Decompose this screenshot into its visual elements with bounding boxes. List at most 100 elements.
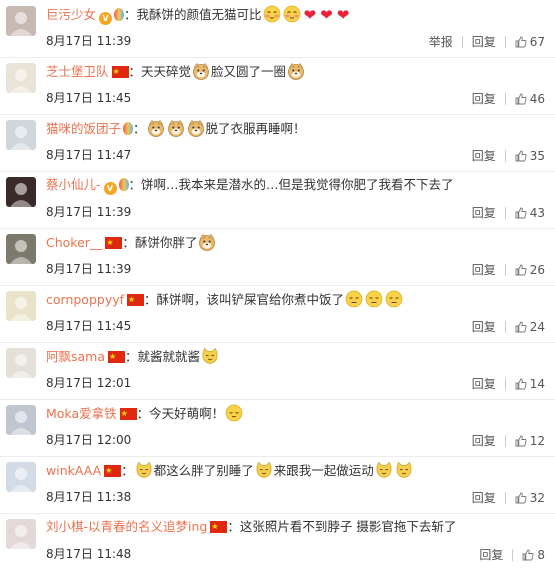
divider (504, 206, 506, 219)
balloon-icon (123, 122, 134, 135)
avatar[interactable] (6, 6, 36, 36)
date: 8月17日 (46, 34, 93, 48)
comment-actions: 回复 24 (472, 318, 545, 334)
username-link[interactable]: 巨污少女 (46, 7, 96, 22)
like-button[interactable]: 26 (515, 261, 545, 278)
timestamp: 8月17日 11:39 (46, 33, 131, 49)
comment-item: Choker__：酥饼你胖了 8月17日 11:39 回复 26 (0, 228, 555, 286)
like-count: 32 (529, 490, 545, 505)
reply-button[interactable]: 回复 (472, 262, 496, 278)
date: 8月17日 (46, 319, 93, 333)
divider (512, 548, 514, 561)
comment-actions: 回复 43 (472, 204, 545, 220)
username-link[interactable]: winkAAA (46, 463, 101, 478)
comment-text: 我酥饼的颜值无猫可比 (136, 7, 262, 22)
divider (504, 35, 506, 48)
date: 8月17日 (46, 205, 93, 219)
avatar[interactable] (6, 63, 36, 93)
divider (504, 491, 506, 504)
username-link[interactable]: 猫咪的饭团子 (46, 121, 121, 136)
report-button[interactable]: 举报 (429, 34, 453, 50)
reply-button[interactable]: 回复 (472, 34, 496, 50)
doge-emoji-icon (192, 62, 210, 80)
like-button[interactable]: 32 (515, 489, 545, 506)
reply-button[interactable]: 回复 (472, 376, 496, 392)
vip-badge-icon: V (99, 12, 113, 25)
china-flag-icon (127, 291, 145, 309)
comment-line: Moka爱拿铁 ：今天好萌啊！ (46, 404, 244, 423)
divider (504, 377, 506, 390)
thumbs-up-icon (515, 435, 527, 447)
username-link[interactable]: 芝士堡卫队 (46, 64, 109, 79)
like-count: 46 (529, 91, 545, 106)
cat-emoji-icon (255, 461, 273, 479)
comment-text: 就酱就就酱 (137, 349, 201, 364)
reply-button[interactable]: 回复 (472, 490, 496, 506)
colon-separator: ： (128, 64, 142, 79)
reply-button[interactable]: 回复 (472, 433, 496, 449)
comment-item: 芝士堡卫队 ：天天碎觉 脸又圆了一圈 8月17日 11:45 回复 46 (0, 57, 555, 115)
comment-actions: 回复 14 (472, 375, 545, 391)
meh-emoji-icon (345, 290, 363, 308)
avatar[interactable] (6, 120, 36, 150)
avatar[interactable] (6, 405, 36, 435)
time: 11:39 (96, 205, 132, 219)
colon-separator: ： (144, 292, 157, 307)
china-flag-icon (210, 518, 228, 536)
comment-item: 猫咪的饭团子 ： 脱了衣服再睡啊！ 8月17日 11:47 回复 35 (0, 114, 555, 172)
username-link[interactable]: Moka爱拿铁 (46, 406, 117, 421)
meh-emoji-icon (365, 290, 383, 308)
timestamp: 8月17日 11:39 (46, 261, 131, 277)
timestamp: 8月17日 11:45 (46, 90, 131, 106)
like-button[interactable]: 12 (515, 432, 545, 449)
comment-text: 饼啊…我本来是潜水的…但是我觉得你肥了我看不下去了 (141, 177, 454, 192)
avatar[interactable] (6, 291, 36, 321)
date: 8月17日 (46, 91, 93, 105)
date: 8月17日 (46, 433, 93, 447)
username-link[interactable]: 阿飘sama (46, 349, 105, 364)
colon-separator: ： (125, 349, 138, 364)
username-link[interactable]: cornpoppyyf (46, 292, 124, 307)
reply-button[interactable]: 回复 (479, 547, 503, 563)
timestamp: 8月17日 11:38 (46, 489, 131, 505)
comment-text: 都这么胖了别睡了 (153, 463, 254, 478)
comment-line: 巨污少女 V ：我酥饼的颜值无猫可比 ❤ ❤ ❤ (46, 5, 351, 25)
comment-text: 这张照片看不到脖子 摄影官拖下去斩了 (239, 519, 457, 534)
like-button[interactable]: 14 (515, 375, 545, 392)
username-link[interactable]: Choker__ (46, 235, 102, 250)
avatar[interactable] (6, 177, 36, 207)
reply-button[interactable]: 回复 (472, 91, 496, 107)
like-button[interactable]: 24 (515, 318, 545, 335)
avatar[interactable] (6, 519, 36, 549)
avatar[interactable] (6, 348, 36, 378)
time: 11:45 (96, 319, 132, 333)
china-flag-icon (104, 462, 122, 480)
comment-item: 阿飘sama ：就酱就就酱 8月17日 12:01 回复 14 (0, 342, 555, 400)
divider (504, 320, 506, 333)
comment-line: Choker__ ：酥饼你胖了 (46, 233, 217, 252)
avatar[interactable] (6, 462, 36, 492)
date: 8月17日 (46, 376, 93, 390)
reply-button[interactable]: 回复 (472, 148, 496, 164)
username-link[interactable]: 刘小棋-以青春的名义追梦ing (46, 519, 207, 534)
avatar[interactable] (6, 234, 36, 264)
like-button[interactable]: 8 (522, 546, 545, 563)
thumbs-up-icon (515, 264, 527, 276)
divider (504, 434, 506, 447)
comment-actions: 回复 46 (472, 90, 545, 106)
like-button[interactable]: 43 (515, 204, 545, 221)
thumbs-up-icon (515, 93, 527, 105)
china-flag-icon (111, 63, 129, 81)
like-button[interactable]: 35 (515, 147, 545, 164)
reply-button[interactable]: 回复 (472, 319, 496, 335)
doge-emoji-icon (287, 62, 305, 80)
reply-button[interactable]: 回复 (472, 205, 496, 221)
like-count: 24 (529, 319, 545, 334)
comment-item: 巨污少女 V ：我酥饼的颜值无猫可比 ❤ ❤ ❤ 8月17日 11:39 举报 回复 67 (0, 0, 555, 58)
username-link[interactable]: 蔡小仙儿- (46, 177, 101, 192)
comment-item: cornpoppyyf ：酥饼啊，该叫铲屎官给你煮中饭了 8月17日 11:45 回复… (0, 285, 555, 343)
like-button[interactable]: 46 (515, 90, 545, 107)
colon-separator: ： (128, 177, 142, 192)
like-button[interactable]: 67 (515, 33, 545, 50)
like-count: 12 (529, 433, 545, 448)
